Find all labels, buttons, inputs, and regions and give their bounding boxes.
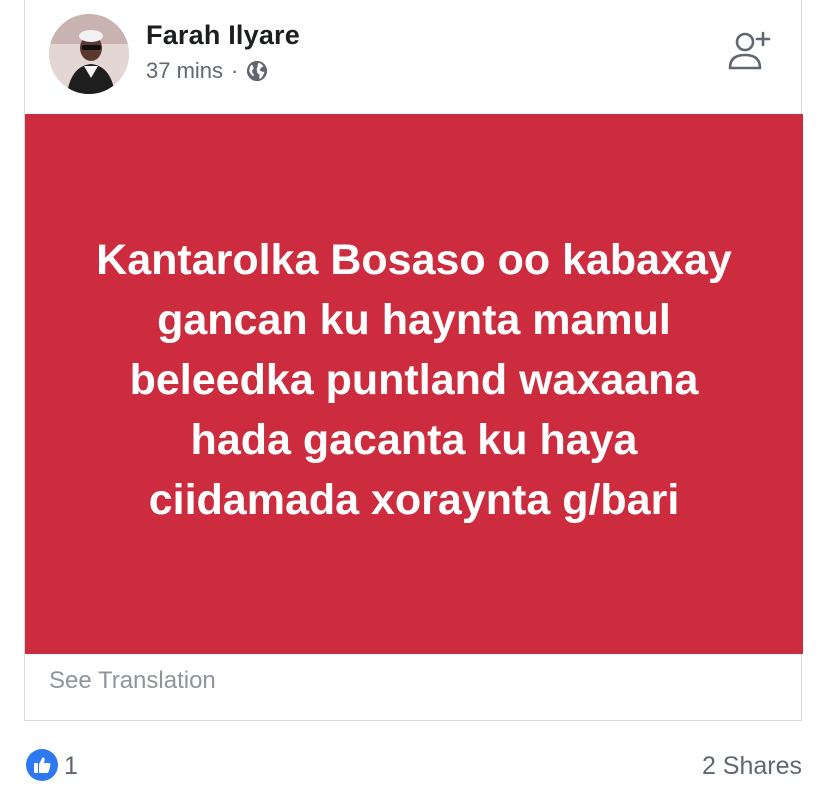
globe-icon[interactable]	[246, 60, 268, 82]
post-footer: 1 2 Shares	[24, 746, 802, 786]
post-text: Kantarolka Bosaso oo kabaxay gancan ku h…	[96, 236, 732, 524]
avatar[interactable]	[49, 14, 129, 94]
see-translation-link[interactable]: See Translation	[49, 667, 216, 695]
avatar-photo	[49, 14, 129, 94]
post-card: Farah Ilyare 37 mins · Kantarolka Bosaso…	[24, 0, 803, 721]
shares-count[interactable]: 2 Shares	[702, 752, 802, 781]
thumbs-up-icon[interactable]	[26, 749, 58, 781]
post-text-banner: Kantarolka Bosaso oo kabaxay gancan ku h…	[25, 114, 803, 654]
author-name[interactable]: Farah Ilyare	[146, 20, 300, 51]
post-time[interactable]: 37 mins	[146, 58, 223, 84]
reaction-count[interactable]: 1	[64, 752, 78, 781]
post-meta: 37 mins ·	[146, 58, 268, 84]
meta-separator: ·	[231, 58, 239, 83]
add-friend-icon[interactable]	[727, 28, 771, 72]
